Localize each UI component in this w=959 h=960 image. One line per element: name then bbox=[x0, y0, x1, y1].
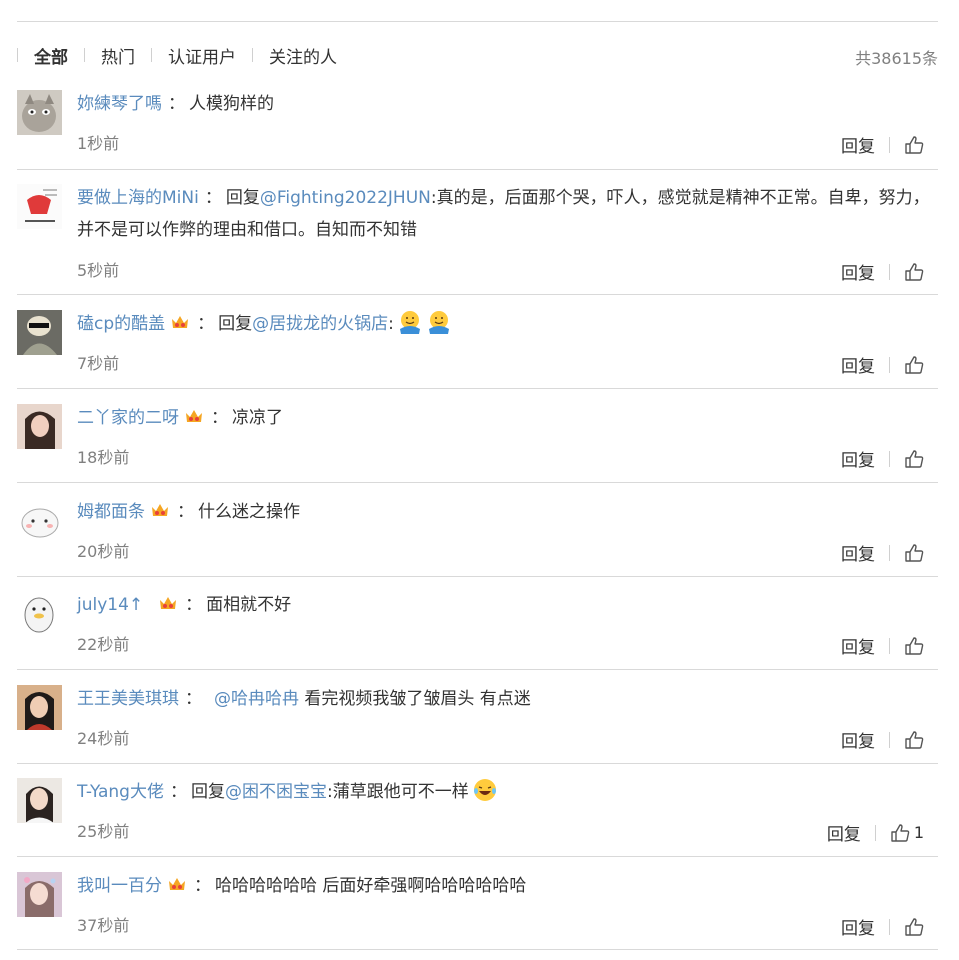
top-divider bbox=[17, 21, 938, 22]
thumbs-up-icon[interactable] bbox=[904, 917, 924, 937]
username-link[interactable]: july14↑ bbox=[77, 595, 143, 615]
action-separator bbox=[889, 136, 890, 153]
avatar[interactable] bbox=[17, 685, 62, 730]
tab-separator bbox=[151, 48, 152, 62]
mention-link[interactable]: @困不困宝宝 bbox=[225, 782, 327, 802]
comment-text: :蒲草跟他可不一样 bbox=[326, 782, 469, 802]
reply-prefix: 回复 bbox=[218, 314, 253, 334]
tab-verified-users[interactable]: 认证用户 bbox=[168, 43, 236, 68]
comment-divider bbox=[17, 294, 938, 295]
crown-badge-icon bbox=[160, 597, 177, 609]
reply-button[interactable]: 回复 bbox=[841, 352, 875, 377]
action-separator bbox=[874, 824, 876, 841]
comment-text: 看完视频我皱了皱眉头 有点迷 bbox=[299, 689, 531, 709]
tab-hot[interactable]: 热门 bbox=[101, 43, 135, 68]
comment-text: 哈哈哈哈哈哈 后面好牵强啊哈哈哈哈哈哈 bbox=[215, 876, 527, 896]
reply-button[interactable]: 回复 bbox=[841, 132, 875, 157]
mention-link[interactable]: @哈冉哈冉 bbox=[214, 689, 299, 709]
crown-badge-icon bbox=[169, 878, 185, 890]
mention-link[interactable]: @居拢龙的火锅店 bbox=[252, 314, 388, 334]
action-separator bbox=[889, 450, 890, 467]
reply-prefix: 回复 bbox=[225, 188, 260, 208]
comment-divider bbox=[17, 169, 938, 170]
avatar[interactable] bbox=[17, 498, 62, 543]
username-link[interactable]: 姆都面条 bbox=[77, 502, 145, 522]
comment-panel: 全部 热门 认证用户 关注的人 共38615条 妳練琴了嗎：人模狗样的 1秒前 … bbox=[17, 0, 938, 960]
comment-text: 什么迷之操作 bbox=[198, 502, 300, 522]
thumbs-up-icon[interactable] bbox=[904, 355, 924, 375]
comment-divider bbox=[17, 388, 938, 389]
comment-divider bbox=[17, 482, 938, 483]
crown-badge-icon bbox=[172, 316, 189, 328]
avatar[interactable] bbox=[17, 872, 62, 917]
avatar[interactable] bbox=[17, 591, 62, 636]
reply-button[interactable]: 回复 bbox=[827, 820, 861, 845]
comment-time: 25秒前 bbox=[77, 822, 130, 841]
filter-tabs: 全部 热门 认证用户 关注的人 bbox=[17, 40, 337, 70]
tab-separator bbox=[17, 48, 18, 62]
reply-button[interactable]: 回复 bbox=[841, 259, 875, 284]
thumbs-up-icon[interactable] bbox=[904, 730, 924, 750]
laughing-tears-emoji-icon bbox=[473, 779, 496, 801]
reply-button[interactable]: 回复 bbox=[841, 446, 875, 471]
action-separator bbox=[889, 263, 890, 280]
avatar[interactable] bbox=[17, 184, 62, 229]
comment-divider bbox=[17, 763, 938, 764]
comment-divider bbox=[17, 669, 938, 670]
comment-time: 20秒前 bbox=[77, 542, 130, 561]
thumbs-up-icon[interactable] bbox=[904, 636, 924, 656]
username-link[interactable]: 磕cp的酷盖 bbox=[77, 314, 165, 334]
reply-button[interactable]: 回复 bbox=[841, 914, 875, 939]
tab-separator bbox=[84, 48, 85, 62]
username-link[interactable]: 我叫一百分 bbox=[77, 876, 162, 896]
reply-button[interactable]: 回复 bbox=[841, 540, 875, 565]
comment-time: 37秒前 bbox=[77, 916, 130, 935]
action-separator bbox=[889, 731, 890, 748]
thumbs-up-icon[interactable] bbox=[904, 449, 924, 469]
thumbs-up-icon[interactable] bbox=[904, 543, 924, 563]
reply-button[interactable]: 回复 bbox=[841, 633, 875, 658]
comment-time: 7秒前 bbox=[77, 354, 120, 373]
action-separator bbox=[889, 637, 890, 654]
tab-separator bbox=[252, 48, 253, 62]
comment-time: 24秒前 bbox=[77, 729, 130, 748]
avatar[interactable] bbox=[17, 404, 62, 449]
like-count: 1 bbox=[913, 823, 924, 842]
crown-badge-icon bbox=[152, 504, 168, 516]
hug-emoji-icon bbox=[399, 311, 420, 334]
reply-prefix: 回复 bbox=[190, 782, 225, 802]
comment-time: 18秒前 bbox=[77, 448, 130, 467]
hug-emoji-icon bbox=[428, 311, 449, 334]
thumbs-up-icon[interactable] bbox=[904, 262, 924, 282]
crown-badge-icon bbox=[186, 410, 202, 422]
comment-divider bbox=[17, 949, 938, 950]
tab-following[interactable]: 关注的人 bbox=[269, 43, 337, 68]
username-link[interactable]: 妳練琴了嗎 bbox=[77, 94, 162, 114]
comment-divider bbox=[17, 856, 938, 857]
comment-text: 凉凉了 bbox=[232, 408, 283, 428]
thumbs-up-icon[interactable] bbox=[890, 823, 910, 843]
username-link[interactable]: 要做上海的MiNi bbox=[77, 188, 199, 208]
thumbs-up-icon[interactable] bbox=[904, 135, 924, 155]
username-link[interactable]: T-Yang大佬 bbox=[77, 782, 164, 802]
mention-link[interactable]: @Fighting2022JHUN bbox=[260, 188, 431, 208]
action-separator bbox=[889, 356, 890, 373]
username-link[interactable]: 王王美美琪琪 bbox=[77, 689, 179, 709]
tab-all[interactable]: 全部 bbox=[34, 43, 68, 68]
action-separator bbox=[889, 544, 890, 561]
username-link[interactable]: 二丫家的二呀 bbox=[77, 408, 179, 428]
reply-button[interactable]: 回复 bbox=[841, 727, 875, 752]
avatar[interactable] bbox=[17, 90, 62, 135]
comment-total: 共38615条 bbox=[855, 49, 938, 68]
comment-time: 22秒前 bbox=[77, 635, 130, 654]
comment-time: 5秒前 bbox=[77, 261, 120, 280]
comment-time: 1秒前 bbox=[77, 134, 120, 153]
avatar[interactable] bbox=[17, 778, 62, 823]
comment-text: 面相就不好 bbox=[206, 595, 292, 615]
avatar[interactable] bbox=[17, 310, 62, 355]
action-separator bbox=[889, 918, 890, 935]
comment-text: 人模狗样的 bbox=[189, 94, 274, 114]
comment-divider bbox=[17, 576, 938, 577]
comment-text: : bbox=[388, 314, 394, 334]
